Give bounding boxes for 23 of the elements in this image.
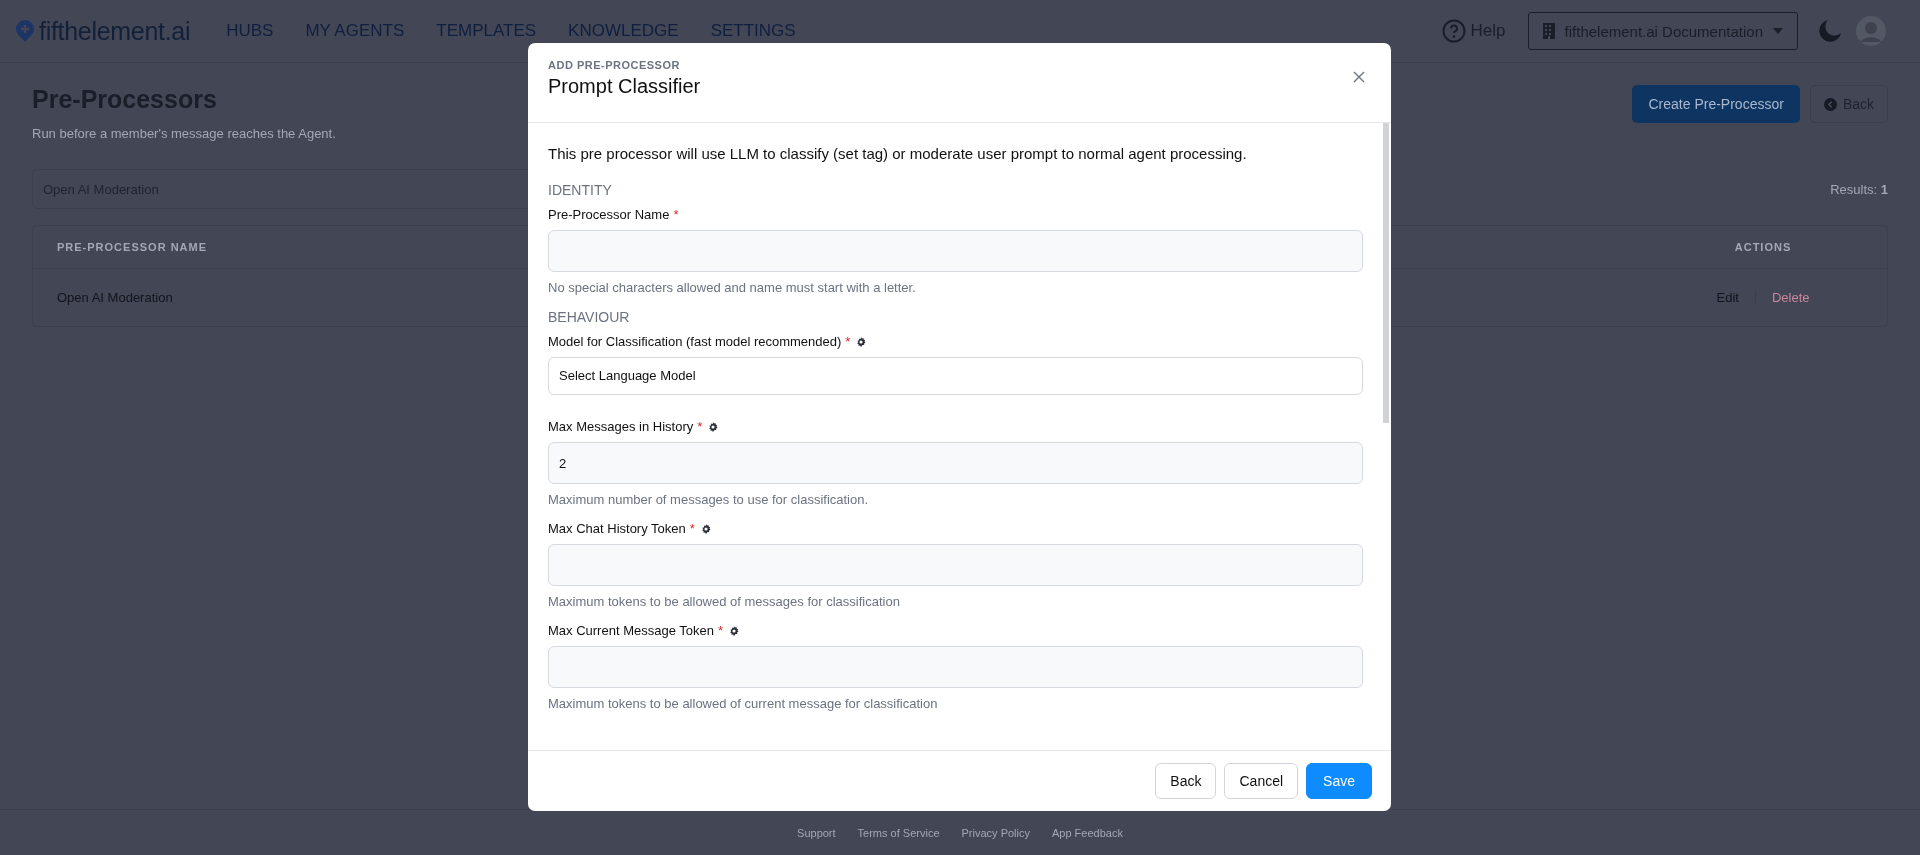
column-header: ACTIONS — [1733, 241, 1793, 253]
required-mark: * — [717, 623, 723, 638]
table-cell: Open AI Moderation — [57, 290, 173, 305]
field-label: Max Current Message Token — [548, 623, 714, 638]
modal-eyebrow: ADD PRE-PROCESSOR — [548, 59, 681, 71]
field-hint: Maximum tokens to be allowed of current message for classification — [548, 696, 939, 711]
field-hint: Maximum tokens to be allowed of messages for classification — [548, 594, 901, 609]
intro-text: This pre processor will use LLM to classify (set tag) or moderate user prompt to normal agent processing. — [548, 145, 1248, 162]
field-label: Max Messages in History — [548, 419, 694, 434]
column-header: PRE-PROCESSOR NAME — [57, 241, 208, 253]
page-subtitle: Run before a member's message reaches the Agent. — [32, 126, 336, 141]
required-mark: * — [697, 419, 703, 434]
modal-title: Prompt Classifier — [548, 75, 701, 98]
required-mark: * — [845, 334, 851, 349]
field-hint: Maximum number of messages to use for classification. — [548, 492, 870, 507]
required-mark: * — [673, 207, 679, 222]
field-label: Model for Classification (fast model recommended) — [548, 334, 842, 349]
field-label: Max Chat History Token — [548, 521, 686, 536]
section-heading: BEHAVIOUR — [548, 309, 631, 325]
required-mark: * — [689, 521, 695, 536]
field-hint: No special characters allowed and name must start with a letter. — [548, 280, 917, 295]
field-label: Pre-Processor Name — [548, 207, 670, 222]
results-count: Results: 1 — [1830, 181, 1888, 197]
